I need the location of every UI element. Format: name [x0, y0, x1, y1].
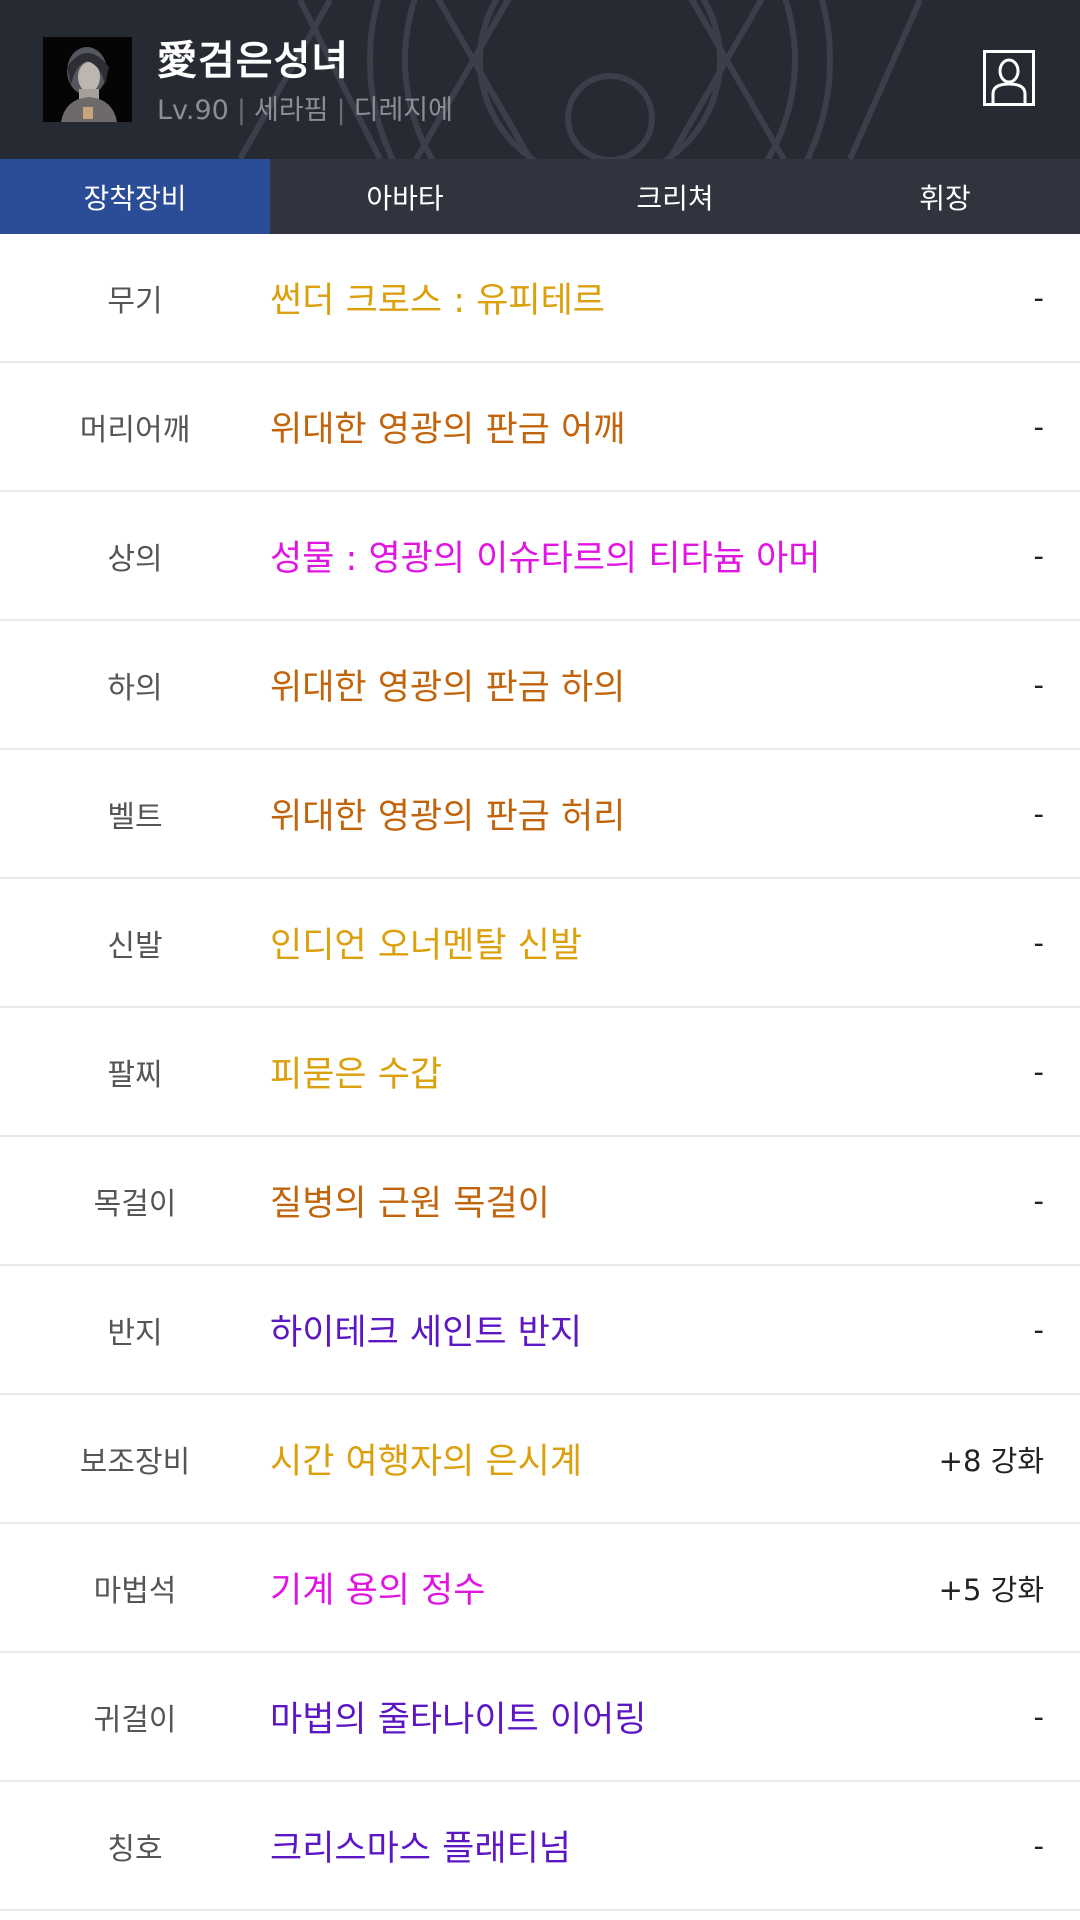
item-name[interactable]: 위대한 영광의 판금 어깨 — [270, 363, 625, 490]
enhancement-value: - — [1033, 1054, 1044, 1089]
enhancement-value: - — [1033, 1699, 1044, 1734]
character-level: Lv.90 — [157, 95, 229, 126]
enhancement-value: - — [1033, 925, 1044, 960]
equipment-row[interactable]: 상의 성물 : 영광의 이슈타르의 티타늄 아머 - — [0, 492, 1080, 621]
tab-creature[interactable]: 크리쳐 — [540, 159, 810, 234]
user-profile-icon[interactable] — [983, 50, 1035, 106]
info-separator: | — [236, 95, 246, 126]
slot-label: 팔찌 — [107, 1057, 163, 1093]
tab-emblem[interactable]: 휘장 — [810, 159, 1080, 234]
equipment-row[interactable]: 귀걸이 마법의 줄타나이트 이어링 - — [0, 1653, 1080, 1782]
enhancement-value: - — [1033, 1312, 1044, 1347]
item-name[interactable]: 인디언 오너멘탈 신발 — [270, 879, 582, 1006]
item-name[interactable]: 마법의 줄타나이트 이어링 — [270, 1653, 646, 1780]
equipment-list: 무기 썬더 크로스 : 유피테르 - 머리어깨 위대한 영광의 판금 어깨 - … — [0, 234, 1080, 1911]
enhancement-value: - — [1033, 796, 1044, 831]
slot-label: 머리어깨 — [79, 412, 191, 448]
item-name[interactable]: 위대한 영광의 판금 하의 — [270, 621, 625, 748]
item-name[interactable]: 피묻은 수갑 — [270, 1008, 442, 1135]
slot-label: 하의 — [107, 670, 163, 706]
item-name[interactable]: 위대한 영광의 판금 허리 — [270, 750, 625, 877]
item-name[interactable]: 크리스마스 플래티넘 — [270, 1782, 571, 1909]
item-name[interactable]: 기계 용의 정수 — [270, 1524, 485, 1651]
slot-label: 상의 — [107, 541, 163, 577]
character-job: 세라핌 — [253, 95, 329, 126]
item-name[interactable]: 질병의 근원 목걸이 — [270, 1137, 550, 1264]
character-info: Lv.90 | 세라핌 | 디레지에 — [157, 88, 453, 127]
info-separator: | — [336, 95, 346, 126]
enhancement-value: - — [1033, 409, 1044, 444]
equipment-row[interactable]: 반지 하이테크 세인트 반지 - — [0, 1266, 1080, 1395]
item-name[interactable]: 썬더 크로스 : 유피테르 — [270, 234, 605, 361]
item-name[interactable]: 하이테크 세인트 반지 — [270, 1266, 582, 1393]
tab-equipment[interactable]: 장착장비 — [0, 159, 270, 234]
equipment-row[interactable]: 무기 썬더 크로스 : 유피테르 - — [0, 234, 1080, 363]
slot-label: 반지 — [107, 1315, 163, 1351]
slot-label: 무기 — [107, 283, 163, 319]
equipment-row[interactable]: 머리어깨 위대한 영광의 판금 어깨 - — [0, 363, 1080, 492]
tab-avatar[interactable]: 아바타 — [270, 159, 540, 234]
equipment-row[interactable]: 목걸이 질병의 근원 목걸이 - — [0, 1137, 1080, 1266]
equipment-row[interactable]: 칭호 크리스마스 플래티넘 - — [0, 1782, 1080, 1911]
slot-label: 신발 — [107, 928, 163, 964]
slot-label: 칭호 — [107, 1831, 163, 1867]
enhancement-value: - — [1033, 667, 1044, 702]
equipment-row[interactable]: 벨트 위대한 영광의 판금 허리 - — [0, 750, 1080, 879]
enhancement-value: +5 강화 — [938, 1572, 1044, 1607]
item-name[interactable]: 시간 여행자의 은시계 — [270, 1395, 582, 1522]
enhancement-value: - — [1033, 280, 1044, 315]
equipment-row[interactable]: 마법석 기계 용의 정수 +5 강화 — [0, 1524, 1080, 1653]
tab-bar: 장착장비 아바타 크리쳐 휘장 — [0, 159, 1080, 234]
character-portrait-icon — [43, 37, 132, 122]
enhancement-value: - — [1033, 538, 1044, 573]
equipment-row[interactable]: 하의 위대한 영광의 판금 하의 - — [0, 621, 1080, 750]
slot-label: 벨트 — [107, 799, 163, 835]
enhancement-value: - — [1033, 1828, 1044, 1863]
enhancement-value: - — [1033, 1183, 1044, 1218]
slot-label: 보조장비 — [79, 1444, 191, 1480]
item-name[interactable]: 성물 : 영광의 이슈타르의 티타늄 아머 — [270, 492, 820, 619]
equipment-row[interactable]: 보조장비 시간 여행자의 은시계 +8 강화 — [0, 1395, 1080, 1524]
slot-label: 귀걸이 — [93, 1702, 177, 1738]
slot-label: 마법석 — [93, 1573, 177, 1609]
equipment-row[interactable]: 신발 인디언 오너멘탈 신발 - — [0, 879, 1080, 1008]
slot-label: 목걸이 — [93, 1186, 177, 1222]
character-header: 愛검은성녀 Lv.90 | 세라핌 | 디레지에 — [0, 0, 1080, 159]
enhancement-value: +8 강화 — [938, 1443, 1044, 1478]
equipment-row[interactable]: 팔찌 피묻은 수갑 - — [0, 1008, 1080, 1137]
character-name: 愛검은성녀 — [157, 38, 350, 84]
character-server: 디레지에 — [353, 95, 453, 126]
